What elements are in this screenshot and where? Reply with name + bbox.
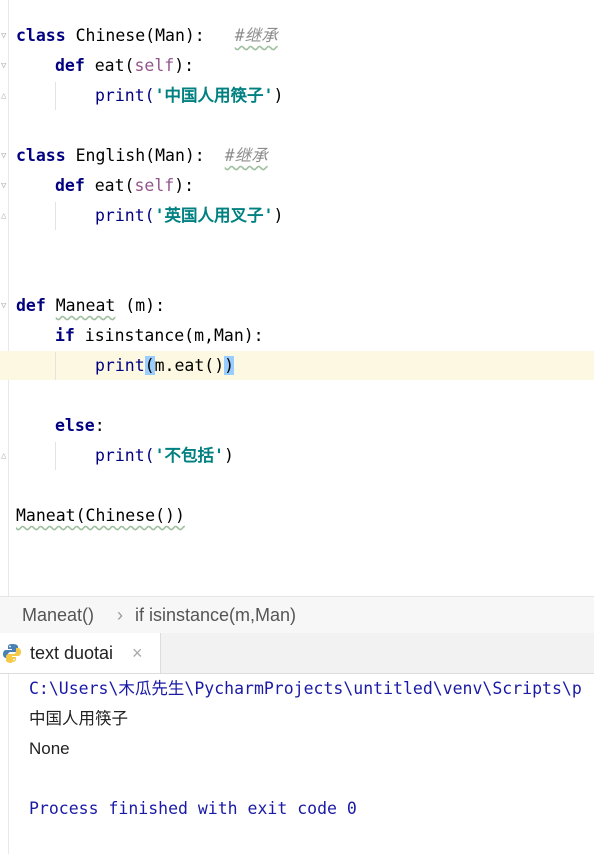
- run-tool-window-tabs: text duotai ×: [0, 633, 594, 674]
- self-param: self: [134, 56, 175, 75]
- fold-marker-icon[interactable]: ▽: [1, 182, 9, 191]
- code-line[interactable]: print('英国人用叉子'): [95, 201, 283, 231]
- console-gutter: [0, 674, 9, 854]
- builtin-print: print(: [95, 446, 155, 465]
- condition: isinstance(m,Man):: [74, 326, 264, 345]
- fold-marker-icon[interactable]: ▽: [1, 302, 9, 311]
- string-literal: '中国人用筷子': [154, 86, 274, 105]
- indent-guide: [55, 202, 56, 230]
- keyword: class: [16, 26, 66, 45]
- string-literal: '英国人用叉子': [154, 206, 274, 225]
- keyword: if: [55, 326, 75, 345]
- breadcrumb-separator: ›: [117, 605, 123, 625]
- call-expr: m.eat(): [154, 356, 225, 375]
- punct: ): [223, 446, 234, 465]
- builtin-print: print(: [95, 206, 155, 225]
- builtin-print: print(: [95, 86, 155, 105]
- punct: ):: [174, 56, 195, 75]
- fold-end-icon[interactable]: △: [1, 452, 9, 461]
- func-name: Maneat: [55, 296, 116, 315]
- keyword: def: [55, 176, 85, 195]
- code-line[interactable]: else:: [55, 411, 105, 441]
- call-statement: Maneat(Chinese()): [16, 506, 185, 525]
- fold-end-icon[interactable]: △: [1, 212, 9, 221]
- self-param: self: [134, 176, 175, 195]
- code-line[interactable]: if isinstance(m,Man):: [55, 321, 264, 351]
- python-icon: [2, 643, 22, 668]
- code-line[interactable]: print('不包括'): [95, 441, 234, 471]
- console-command-line: C:\Users\木瓜先生\PycharmProjects\untitled\v…: [29, 679, 582, 698]
- breadcrumb-item[interactable]: Maneat(): [22, 597, 94, 633]
- code-line[interactable]: print('中国人用筷子'): [95, 81, 283, 111]
- code-line[interactable]: class English(Man): #继承: [16, 141, 268, 171]
- code-editor[interactable]: ▽ ▽ △ ▽ ▽ △ ▽ △ class Chinese(Man): #继承 d…: [0, 0, 594, 596]
- indent-guide: [55, 442, 56, 470]
- comment: #继承: [224, 146, 268, 165]
- indent-guide: [55, 82, 56, 110]
- keyword: def: [16, 296, 46, 315]
- matched-brace: (: [144, 356, 155, 375]
- tab-run-config[interactable]: text duotai ×: [0, 633, 161, 673]
- code-line[interactable]: def Maneat (m):: [16, 291, 165, 321]
- breadcrumb: Maneat() › if isinstance(m,Man): [0, 596, 594, 634]
- fold-marker-icon[interactable]: ▽: [1, 152, 9, 161]
- keyword: def: [55, 56, 85, 75]
- fold-marker-icon[interactable]: ▽: [1, 62, 9, 71]
- punct: ):: [174, 176, 195, 195]
- keyword: class: [16, 146, 66, 165]
- builtin-print: print: [95, 356, 145, 375]
- fold-end-icon[interactable]: △: [1, 92, 9, 101]
- code-line[interactable]: print(m.eat()): [95, 351, 235, 381]
- console-process-finished: Process finished with exit code 0: [29, 799, 357, 818]
- fold-marker-icon[interactable]: ▽: [1, 32, 9, 41]
- func-name: eat(: [84, 56, 135, 75]
- params: (m):: [115, 296, 166, 315]
- indent-guide: [55, 352, 56, 380]
- punct: ): [273, 86, 284, 105]
- func-name: eat(: [84, 176, 135, 195]
- code-line[interactable]: def eat(self):: [55, 171, 194, 201]
- run-tab-label: text duotai: [30, 643, 114, 663]
- code-line[interactable]: def eat(self):: [55, 51, 194, 81]
- class-name: Chinese(Man):: [65, 26, 205, 45]
- code-line[interactable]: class Chinese(Man): #继承: [16, 21, 278, 51]
- breadcrumb-item[interactable]: if isinstance(m,Man): [135, 597, 296, 633]
- punct: ): [273, 206, 284, 225]
- code-line[interactable]: Maneat(Chinese()): [16, 501, 185, 531]
- keyword: else: [55, 416, 95, 435]
- comment: #继承: [234, 26, 278, 45]
- run-console[interactable]: C:\Users\木瓜先生\PycharmProjects\untitled\v…: [0, 674, 594, 854]
- console-output: 中国人用筷子: [29, 709, 128, 728]
- close-icon[interactable]: ×: [132, 633, 143, 673]
- matched-brace: ): [224, 356, 235, 375]
- caret-line-highlight: [0, 351, 594, 380]
- string-literal: '不包括': [154, 446, 224, 465]
- editor-gutter: [0, 0, 9, 596]
- console-output: None: [29, 739, 70, 758]
- class-name: English(Man):: [65, 146, 205, 165]
- punct: :: [94, 416, 105, 435]
